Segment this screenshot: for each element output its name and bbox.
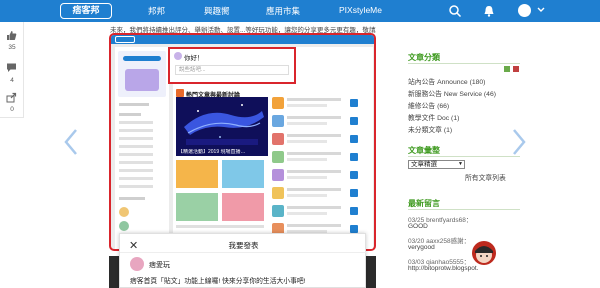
comment-icon[interactable] — [6, 62, 17, 73]
comment-text[interactable]: verygood — [408, 244, 435, 251]
like-count: 35 — [8, 44, 16, 51]
category-toggle-icons[interactable] — [504, 66, 520, 72]
banner-caption: 【精選活動】2019 現場直播… — [176, 149, 268, 156]
thumbnail-4[interactable] — [222, 193, 264, 221]
thumbnail-1[interactable] — [176, 160, 218, 188]
categories-heading: 文章分類 — [408, 53, 440, 62]
nav-link-interests[interactable]: 興趣嚮 — [204, 5, 230, 17]
search-icon[interactable] — [448, 4, 462, 18]
modal-title: 我要發表 — [228, 241, 259, 250]
compose-post-popup[interactable]: 你好！ 說些話吧... — [168, 47, 296, 84]
comment-text[interactable]: http://bitoprotw.blogspot. — [408, 265, 478, 272]
list-placeholder — [176, 225, 264, 228]
thumbs-up-icon[interactable] — [6, 30, 17, 41]
category-link[interactable]: 站內公告 Announce (180) — [408, 76, 485, 86]
floating-action-bar: 35 4 0 — [0, 22, 24, 118]
category-link[interactable]: 未分類文章 (1) — [408, 124, 452, 134]
category-link[interactable]: 維修公告 (66) — [408, 100, 449, 110]
comment-text[interactable]: GOOD — [408, 223, 428, 230]
categories-rule — [408, 63, 520, 64]
user-avatar-button[interactable] — [518, 4, 531, 17]
archive-heading: 文章彙整 — [408, 146, 440, 155]
archive-rule — [408, 156, 520, 157]
screenshot-logo — [115, 36, 135, 43]
comment-count: 4 — [10, 77, 14, 84]
fire-icon — [176, 89, 184, 97]
avatar — [130, 257, 144, 271]
thumbnail-2[interactable] — [222, 160, 264, 188]
nav-link-pixstyleme[interactable]: PIXstyleMe — [339, 5, 382, 15]
category-link[interactable]: 教學文件 Doc (1) — [408, 112, 459, 122]
popup-avatar — [174, 52, 182, 60]
list-item[interactable] — [272, 150, 358, 164]
modal-username: 痞愛玩 — [149, 262, 170, 269]
share-count: 0 — [10, 106, 14, 113]
list-item[interactable] — [272, 168, 358, 182]
archive-select-value: 文章精選 — [411, 161, 437, 168]
floating-mascot-avatar[interactable] — [472, 241, 496, 265]
list-item[interactable] — [272, 186, 358, 200]
popup-input[interactable]: 說些話吧... — [175, 65, 289, 75]
list-item[interactable] — [272, 204, 358, 218]
top-navbar: 痞客邦 邦邦 興趣嚮 應用市集 PIXstyleMe — [0, 0, 600, 22]
prev-article-arrow-icon[interactable] — [64, 128, 78, 156]
next-article-arrow-icon[interactable] — [512, 128, 526, 156]
nav-link-bangbang[interactable]: 邦邦 — [148, 5, 165, 17]
list-item[interactable] — [272, 114, 358, 128]
nav-link-app-market[interactable]: 應用市集 — [266, 5, 300, 17]
thumbnail-3[interactable] — [176, 193, 218, 221]
list-item[interactable] — [272, 132, 358, 146]
modal-post-text[interactable]: 痞客首頁「貼文」功能上線囉! 快來分享你的生活大小事吧! — [130, 275, 306, 285]
archive-select[interactable]: 文章精選 ▼ — [408, 160, 465, 169]
chevron-down-icon: ▼ — [458, 161, 463, 167]
screenshot-sidebar — [115, 47, 169, 249]
all-articles-link[interactable]: 所有文章列表 — [465, 172, 506, 182]
comments-heading: 最新留言 — [408, 199, 440, 208]
screenshot-navbar — [111, 35, 374, 44]
pixnet-logo[interactable]: 痞客邦 — [60, 3, 112, 19]
featured-banner-image[interactable] — [176, 97, 268, 149]
comments-rule — [408, 209, 520, 210]
share-icon[interactable] — [6, 92, 17, 103]
chevron-down-icon[interactable] — [536, 4, 546, 16]
modal-divider — [120, 252, 367, 253]
popup-greeting: 你好！ — [184, 55, 204, 62]
bell-icon[interactable] — [482, 4, 496, 18]
compose-modal: ✕ 我要發表 痞愛玩 痞客首頁「貼文」功能上線囉! 快來分享你的生活大小事吧! — [119, 233, 367, 288]
list-item[interactable] — [272, 96, 358, 110]
category-link[interactable]: 新服務公告 New Service (46) — [408, 88, 496, 98]
